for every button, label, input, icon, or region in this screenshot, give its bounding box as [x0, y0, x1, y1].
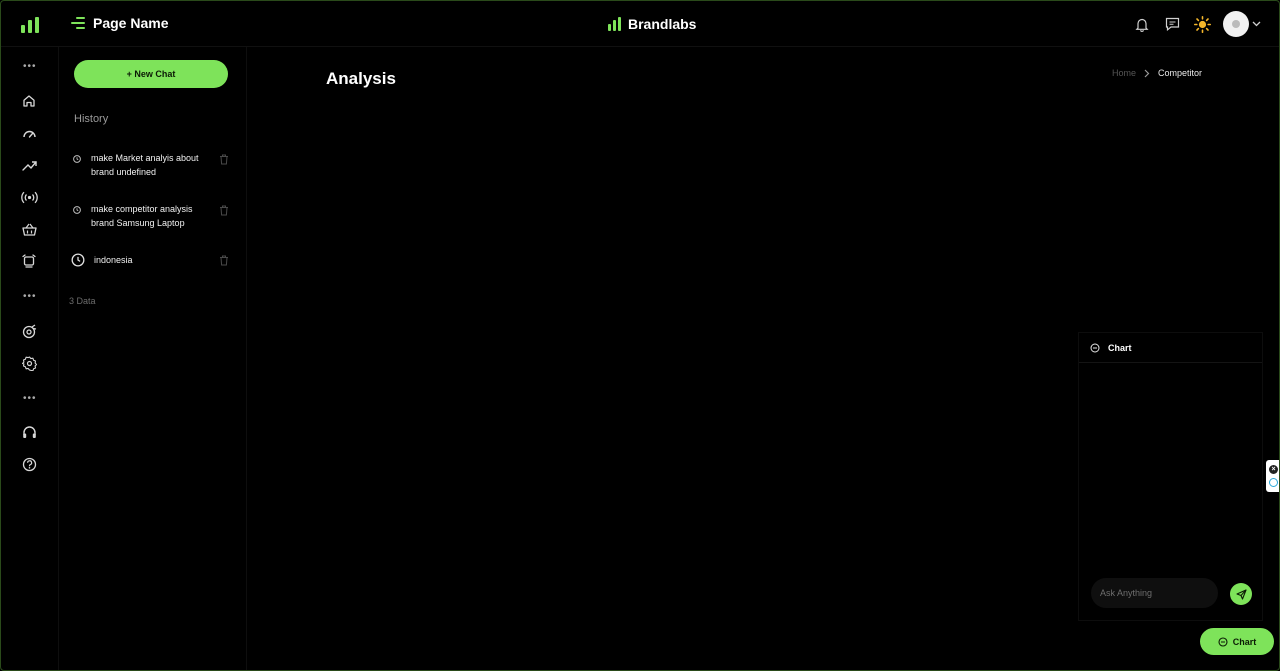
- breadcrumb-home[interactable]: Home: [1112, 68, 1136, 78]
- history-count: 3 Data: [69, 296, 96, 306]
- alarm-icon[interactable]: [20, 252, 38, 270]
- trash-icon[interactable]: [219, 154, 229, 165]
- history-item-label: make Market analyis about brand undefine…: [91, 153, 199, 177]
- page-title-group: Page Name: [71, 15, 168, 31]
- history-item-label: indonesia: [94, 255, 133, 265]
- chat-panel-header: Chart: [1079, 333, 1262, 363]
- dashboard-gauge-icon[interactable]: [20, 124, 38, 142]
- gear-icon[interactable]: [20, 354, 38, 372]
- brand-logo-icon: [608, 17, 622, 31]
- user-menu[interactable]: [1223, 11, 1261, 37]
- page-name: Page Name: [93, 15, 169, 31]
- broadcast-icon[interactable]: [20, 188, 38, 206]
- trending-up-icon[interactable]: [20, 156, 38, 174]
- trash-icon[interactable]: [219, 255, 229, 266]
- history-title: History: [74, 113, 109, 125]
- history-item-label: make competitor analysis brand Samsung L…: [91, 204, 193, 228]
- brand-name: Brandlabs: [628, 16, 697, 32]
- help-icon[interactable]: [20, 455, 38, 473]
- brand: Brandlabs: [608, 16, 696, 32]
- chevron-down-icon[interactable]: [1252, 21, 1261, 27]
- app-window: Page Name Brandlabs ••• ••• ••• + New Ch…: [0, 0, 1280, 671]
- headset-icon[interactable]: [20, 423, 38, 441]
- extension-icon[interactable]: [1269, 478, 1278, 487]
- chevron-right-icon: [1144, 69, 1150, 77]
- target-settings-icon[interactable]: [20, 322, 38, 340]
- avatar[interactable]: [1223, 11, 1249, 37]
- top-actions: [1133, 11, 1261, 37]
- new-chat-button[interactable]: + New Chat: [74, 60, 228, 88]
- chat-bubble-icon: [1090, 343, 1100, 352]
- more-dots-icon: •••: [23, 291, 37, 302]
- history-item[interactable]: make Market analyis about brand undefine…: [71, 151, 231, 179]
- close-icon[interactable]: ×: [1269, 465, 1278, 474]
- send-button[interactable]: [1230, 583, 1252, 605]
- chart-toggle-button[interactable]: Chart: [1200, 628, 1274, 655]
- send-icon: [1235, 588, 1247, 600]
- menu-fold-icon[interactable]: [71, 17, 85, 29]
- breadcrumb-current: Competitor: [1157, 68, 1202, 78]
- trash-icon[interactable]: [219, 205, 229, 216]
- page-title: Analysis: [326, 69, 396, 88]
- home-icon[interactable]: [20, 92, 38, 110]
- top-bar: Page Name Brandlabs: [1, 1, 1279, 47]
- side-widget[interactable]: ×: [1266, 460, 1279, 492]
- icon-rail: ••• ••• •••: [1, 47, 59, 670]
- sun-icon[interactable]: [1193, 15, 1211, 33]
- message-icon[interactable]: [1163, 15, 1181, 33]
- breadcrumb: Home Competitor: [1112, 68, 1202, 78]
- clock-icon: [73, 155, 81, 163]
- history-item[interactable]: make competitor analysis brand Samsung L…: [71, 202, 231, 230]
- more-dots-icon: •••: [23, 61, 37, 72]
- bell-icon[interactable]: [1133, 15, 1151, 33]
- clock-icon: [71, 253, 85, 267]
- chat-panel-title: Chart: [1108, 342, 1132, 353]
- app-logo-icon[interactable]: [21, 17, 39, 33]
- ask-input[interactable]: [1091, 578, 1218, 608]
- chat-panel: Chart: [1078, 332, 1263, 621]
- history-item[interactable]: indonesia: [71, 253, 231, 267]
- chat-bubble-icon: [1218, 636, 1228, 647]
- more-dots-icon: •••: [23, 393, 37, 404]
- basket-icon[interactable]: [20, 220, 38, 238]
- clock-icon: [73, 206, 81, 214]
- chart-toggle-label: Chart: [1232, 636, 1257, 647]
- chat-history-panel: + New Chat History make Market analyis a…: [59, 47, 247, 670]
